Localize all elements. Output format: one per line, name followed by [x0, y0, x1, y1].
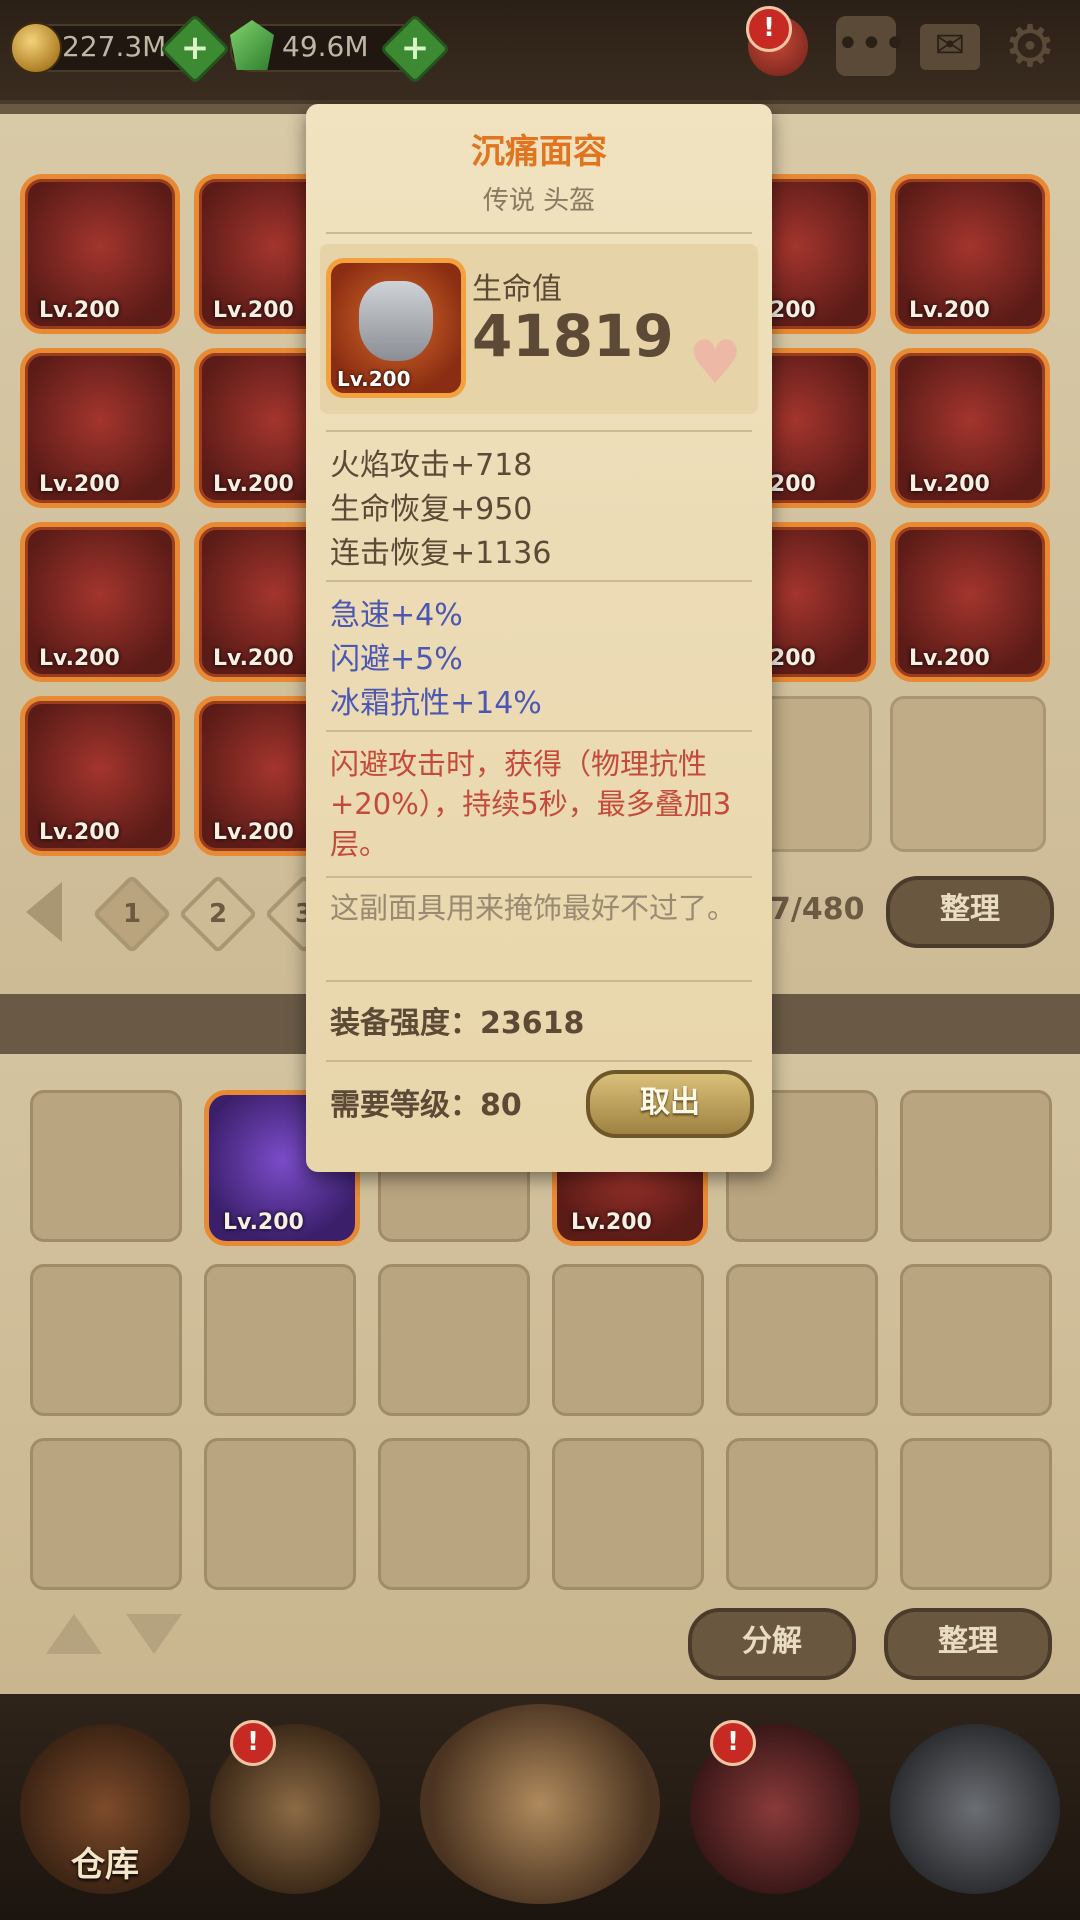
bag-empty-slot[interactable]: [900, 1090, 1052, 1242]
special-effect-text: 闪避攻击时，获得（物理抗性+20%），持续5秒，最多叠加3层。: [330, 747, 732, 861]
storage-sort-button[interactable]: 整理: [886, 876, 1054, 948]
mask-icon: [359, 281, 433, 361]
main-stat-value: 41819: [472, 302, 674, 370]
storage-empty-slot[interactable]: [890, 696, 1046, 852]
item-level-label: Lv.200: [223, 1210, 304, 1235]
bonus-stat-line: 急速+4%: [330, 598, 463, 633]
prev-page-arrow-icon[interactable]: [26, 882, 62, 942]
nav-forge-icon[interactable]: [890, 1724, 1060, 1894]
divider: [326, 430, 752, 432]
storage-item-slot[interactable]: Lv.200: [890, 522, 1050, 682]
divider: [326, 876, 752, 878]
bonus-stat-line: 冰霜抗性+14%: [330, 686, 542, 721]
nav-shop-icon[interactable]: !: [690, 1720, 860, 1894]
item-level-label: Lv.200: [39, 472, 120, 497]
divider: [326, 232, 752, 234]
storage-item-slot[interactable]: Lv.200: [890, 174, 1050, 334]
required-level: 需要等级：80: [330, 1088, 522, 1123]
storage-item-slot[interactable]: Lv.200: [20, 348, 180, 508]
stat-line: 火焰攻击+718: [330, 448, 533, 483]
chat-icon[interactable]: •••: [836, 16, 907, 76]
bag-empty-slot[interactable]: [900, 1438, 1052, 1590]
bag-empty-slot[interactable]: [726, 1438, 878, 1590]
storage-item-slot[interactable]: Lv.200: [890, 348, 1050, 508]
storage-item-slot[interactable]: Lv.200: [20, 174, 180, 334]
bag-sort-button[interactable]: 整理: [884, 1608, 1052, 1680]
bonus-stat-line: 闪避+5%: [330, 642, 463, 677]
item-level-label: Lv.200: [571, 1210, 652, 1235]
divider: [326, 1060, 752, 1062]
bag-empty-slot[interactable]: [552, 1438, 704, 1590]
item-detail-card: 沉痛面容 传说 头盔 Lv.200 生命值 41819 ♥ 火焰攻击+718 生…: [306, 104, 772, 1172]
item-level-label: Lv.200: [909, 472, 990, 497]
bag-empty-slot[interactable]: [378, 1264, 530, 1416]
bag-empty-slot[interactable]: [552, 1264, 704, 1416]
bottom-nav: 仓库 ! !: [0, 1694, 1080, 1920]
nav-warehouse[interactable]: 仓库: [20, 1724, 190, 1894]
storage-item-slot[interactable]: Lv.200: [20, 522, 180, 682]
bag-empty-slot[interactable]: [30, 1438, 182, 1590]
gem-icon: [230, 20, 274, 70]
equipment-power: 装备强度：23618: [330, 1006, 585, 1041]
heart-icon: ♥: [688, 328, 742, 398]
stat-line: 连击恢复+1136: [330, 536, 552, 571]
flavor-text: 这副面具用来掩饰最好不过了。: [330, 891, 737, 925]
bag-empty-slot[interactable]: [30, 1264, 182, 1416]
arrow-down-icon[interactable]: [126, 1614, 182, 1654]
top-bar: 227.3M + 49.6M + ! ••• ✉ ⚙: [0, 0, 1080, 100]
take-out-button[interactable]: 取出: [586, 1070, 754, 1138]
bag-empty-slot[interactable]: [378, 1438, 530, 1590]
item-level-label: Lv.200: [39, 646, 120, 671]
gold-amount: 227.3M: [62, 30, 167, 63]
item-rarity-type: 传说 头盔: [482, 186, 596, 216]
item-level: Lv.200: [337, 367, 411, 391]
item-level-label: Lv.200: [213, 298, 294, 323]
divider: [326, 730, 752, 732]
bag-empty-slot[interactable]: [726, 1264, 878, 1416]
storage-count: 7/480: [770, 892, 865, 927]
storage-item-slot[interactable]: Lv.200: [20, 696, 180, 856]
main-stat-box: Lv.200 生命值 41819 ♥: [320, 244, 758, 414]
item-level-label: Lv.200: [39, 298, 120, 323]
alert-badge: !: [230, 1720, 276, 1766]
treasure-bag-icon[interactable]: !: [746, 6, 808, 76]
mail-icon[interactable]: ✉: [920, 24, 980, 70]
stat-line: 生命恢复+950: [330, 492, 533, 527]
bag-empty-slot[interactable]: [204, 1264, 356, 1416]
nav-warehouse-label: 仓库: [71, 1845, 139, 1885]
item-level-label: Lv.200: [909, 298, 990, 323]
add-gem-button[interactable]: +: [379, 13, 451, 85]
gem-counter: 49.6M +: [230, 13, 451, 85]
page-button[interactable]: 1: [92, 874, 172, 954]
decompose-button[interactable]: 分解: [688, 1608, 856, 1680]
item-level-label: Lv.200: [909, 646, 990, 671]
bag-empty-slot[interactable]: [900, 1264, 1052, 1416]
gold-counter: 227.3M +: [10, 13, 231, 85]
alert-badge: !: [710, 1720, 756, 1766]
item-level-label: Lv.200: [39, 820, 120, 845]
item-level-label: Lv.200: [213, 646, 294, 671]
nav-tavern-icon[interactable]: !: [210, 1720, 380, 1894]
item-level-label: Lv.200: [213, 820, 294, 845]
item-level-label: Lv.200: [213, 472, 294, 497]
add-gold-button[interactable]: +: [159, 13, 231, 85]
helmet-mask-icon: Lv.200: [326, 258, 466, 398]
bag-empty-slot[interactable]: [204, 1438, 356, 1590]
divider: [326, 580, 752, 582]
bag-empty-slot[interactable]: [30, 1090, 182, 1242]
gold-coin-icon: [10, 22, 62, 74]
gear-icon[interactable]: ⚙: [1000, 16, 1060, 76]
divider: [326, 980, 752, 982]
page-button[interactable]: 2: [178, 874, 258, 954]
alert-badge: !: [746, 6, 792, 52]
arrow-up-icon[interactable]: [46, 1614, 102, 1654]
gem-amount: 49.6M: [282, 30, 369, 63]
item-name: 沉痛面容: [471, 132, 607, 172]
nav-adventure-icon[interactable]: [420, 1704, 660, 1904]
